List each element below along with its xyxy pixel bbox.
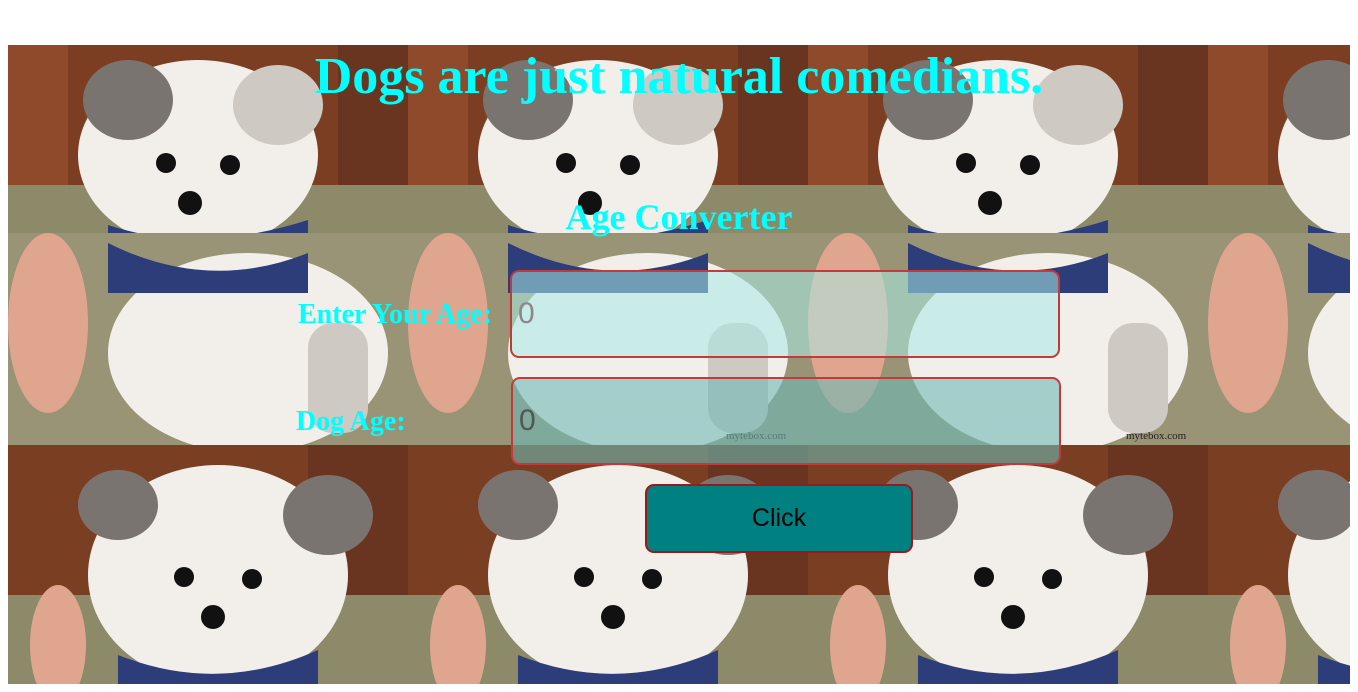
dog-age-label: Dog Age: [296,406,406,437]
convert-button[interactable]: Click [645,484,913,553]
converter-title: Age Converter [565,197,793,237]
svg-text:mytebox.com: mytebox.com [1126,430,1187,442]
background-tile [8,445,408,684]
background-tile [808,445,1208,684]
background-tile [1208,233,1350,445]
background-tile [408,445,808,684]
background-tile [1208,445,1350,684]
page-headline: Dogs are just natural comedians. [314,48,1044,105]
dog-background-gif: mytebox.commytebox.com [8,45,1350,684]
dog-age-output[interactable] [511,377,1061,465]
age-label: Enter Your Age: [298,299,492,330]
your-age-input[interactable] [510,270,1060,358]
